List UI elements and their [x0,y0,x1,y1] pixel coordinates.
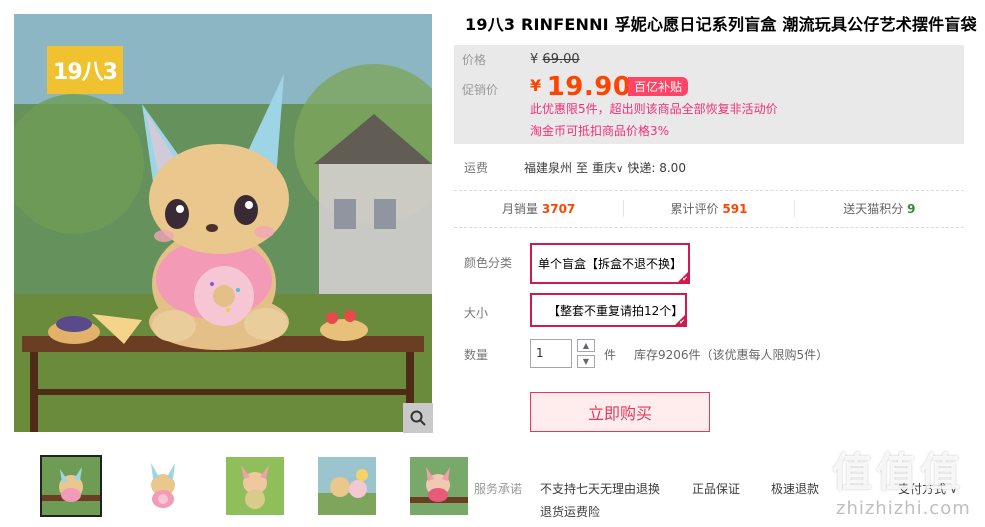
quantity-unit: 件 [604,348,617,362]
quantity-input[interactable]: 1 [530,339,572,368]
subsidy-badge: 百亿补贴 [628,77,689,96]
points-label: 送天猫积分 [843,202,904,216]
stats-row: 月销量 3707 累计评价 591 送天猫积分 9 [454,200,964,217]
monthly-sales-label: 月销量 [502,202,539,216]
thumbnail-2[interactable] [132,455,194,517]
main-product-image[interactable]: 19八3 [14,14,432,432]
service-no-return[interactable]: 不支持七天无理由退换 [540,480,660,497]
divider [454,190,964,191]
original-price-label: 价格 [462,53,487,67]
size-label: 大小 [464,306,489,320]
shipping-label: 运费 [464,161,489,175]
monthly-sales: 月销量 3707 [454,200,625,217]
currency-symbol: ¥ [530,52,539,67]
price-panel: 价格 ¥ 69.00 促销价 ¥ 19.90 百亿补贴 此优惠限5件，超出则该商… [454,45,964,144]
service-return-insurance[interactable]: 退货运费险 [540,503,600,520]
magnifier-icon[interactable] [403,403,433,433]
total-reviews[interactable]: 累计评价 591 [624,200,795,217]
sku-option-size[interactable]: 【整套不重复请拍12个】 ✔ [530,293,687,327]
product-title: 19八3 RINFENNI 孚妮心愿日记系列盲盒 潮流玩具公仔艺术摆件盲袋 [465,15,977,34]
watermark-logo: 值值值 [832,450,964,496]
shipping-destination-text: 重庆 [592,161,617,175]
tmall-points: 送天猫积分 9 [795,200,964,217]
shipping-from: 福建泉州 [524,161,573,175]
watermark-url: zhizhizhi.com [836,498,971,519]
thumbnail-3[interactable] [224,455,286,517]
service-fast-refund[interactable]: 极速退款 [771,480,819,497]
sku-option-size-text: 【整套不重复请拍12个】 [548,303,684,318]
thumbnail-4[interactable] [316,455,378,517]
check-icon: ✔ [682,275,688,283]
shipping-destination[interactable]: 重庆∨ [592,159,623,176]
color-category-label: 颜色分类 [464,256,513,270]
divider [454,227,964,228]
reviews-label: 累计评价 [670,202,719,216]
promo-limit-note: 此优惠限5件，超出则该商品全部恢复非活动价 [530,102,778,116]
reviews-value: 591 [722,202,748,216]
decrease-icon[interactable]: ▼ [577,355,595,368]
promo-price: ¥ 19.90 [530,72,631,102]
thumbnail-1[interactable] [40,455,102,517]
thumbnail-5[interactable] [408,455,470,517]
thumbnail-strip [40,455,470,517]
promo-price-value: 19.90 [546,72,632,102]
chevron-down-icon: ∨ [616,164,624,175]
sku-option-color[interactable]: 单个盲盒【拆盒不退不换】 ✔ [530,243,690,284]
shipping-row: 运费 福建泉州 至 重庆∨ 快递: 8.00 [464,159,686,176]
coin-discount-note: 淘金币可抵扣商品价格3% [530,124,670,138]
shipping-fee: 快递: 8.00 [627,161,686,175]
original-price: ¥ 69.00 [530,52,580,67]
promo-price-label: 促销价 [462,83,499,97]
points-value: 9 [907,202,916,216]
service-label: 服务承诺 [474,482,523,496]
shipping-to-word: 至 [576,161,589,175]
check-icon: ✔ [679,318,685,326]
monthly-sales-value: 3707 [541,202,576,216]
increase-icon[interactable]: ▲ [577,339,595,352]
sku-option-color-text: 单个盲盒【拆盒不退不换】 [538,257,683,271]
service-genuine[interactable]: 正品保证 [692,480,740,497]
brand-logo: 19八3 [47,46,123,94]
quantity-label: 数量 [464,348,489,362]
buy-now-button[interactable]: 立即购买 [530,392,710,432]
promo-currency-symbol: ¥ [530,76,542,95]
stock-info: 库存9206件（该优惠每人限购5件） [634,348,829,362]
original-price-value: 69.00 [542,52,580,67]
